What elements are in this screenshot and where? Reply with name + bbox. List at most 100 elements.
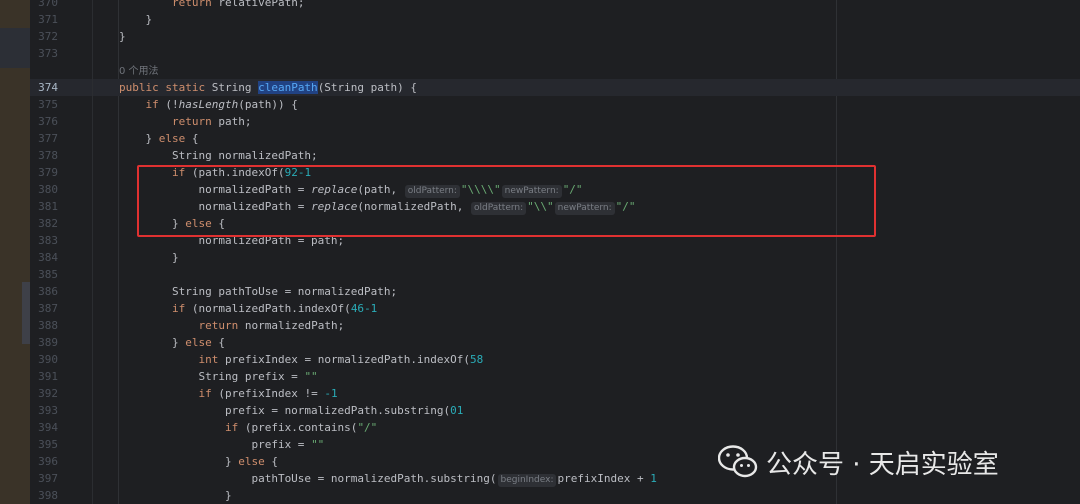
code-token: else	[238, 455, 265, 468]
line-number: 385	[38, 268, 58, 281]
code-token: normalizedPath;	[238, 319, 345, 332]
line-number: 390	[38, 353, 58, 366]
code-token: }	[119, 455, 239, 468]
code-token: prefix = normalizedPath.substring(	[119, 404, 451, 417]
line-number: 396	[38, 455, 58, 468]
code-text: String prefix = ""	[119, 368, 318, 385]
code-line[interactable]: 0 个用法	[30, 62, 1080, 79]
line-number: 372	[38, 30, 58, 43]
code-text: return relativePath;	[119, 0, 304, 11]
code-text: } else {	[119, 130, 199, 147]
code-token: -1	[324, 387, 338, 400]
watermark: 公众号 · 天启实验室	[718, 442, 999, 482]
code-line[interactable]: 372}	[30, 28, 1080, 45]
code-line[interactable]: 374 public static String cleanPath(String…	[30, 79, 1080, 96]
code-token: 0	[450, 404, 457, 417]
scroll-thumb[interactable]	[22, 282, 30, 344]
code-text: return path;	[119, 113, 252, 130]
code-text: prefix = normalizedPath.substring(01	[119, 402, 463, 419]
code-token: ""	[311, 438, 325, 451]
line-number: 370	[38, 0, 58, 9]
code-token: (prefix.contains(	[238, 421, 358, 434]
code-text: }	[119, 487, 232, 504]
code-line[interactable]: 390 int prefixIndex = normalizedPath.ind…	[30, 351, 1080, 368]
code-token: String prefix =	[119, 370, 305, 383]
parameter-hint: beginIndex:	[497, 474, 557, 487]
line-number: 375	[38, 98, 58, 111]
code-line[interactable]: 398 }	[30, 487, 1080, 504]
line-number: 382	[38, 217, 58, 230]
tool-strip-band	[0, 28, 30, 68]
line-number: 378	[38, 149, 58, 162]
code-text: }	[119, 28, 126, 45]
code-line[interactable]: 384 }	[30, 249, 1080, 266]
code-text: if (prefixIndex != -1	[119, 385, 338, 402]
code-token: 58	[470, 353, 484, 366]
code-line[interactable]: 394 if (prefix.contains("/"	[30, 419, 1080, 436]
code-token: if	[171, 302, 186, 315]
code-token: }	[119, 132, 159, 145]
code-editor[interactable]: 370 return relativePath; 371 } 372} 373 0 个用…	[30, 0, 1080, 504]
code-line[interactable]: 385	[30, 266, 1080, 283]
code-token: return	[198, 319, 239, 332]
line-number: 381	[38, 200, 58, 213]
code-line[interactable]: 377 } else {	[30, 130, 1080, 147]
code-token: String pathToUse = normalizedPath;	[119, 285, 398, 298]
code-text: } else {	[119, 453, 278, 470]
code-line[interactable]: 376 return path;	[30, 113, 1080, 130]
code-line[interactable]: 375 if (!hasLength(path)) {	[30, 96, 1080, 113]
code-token: }	[119, 489, 232, 502]
code-token: (!	[158, 98, 179, 111]
code-token: public static	[119, 81, 212, 94]
code-line[interactable]: 373	[30, 45, 1080, 62]
line-number: 383	[38, 234, 58, 247]
usage-hint[interactable]: 0 个用法	[119, 66, 159, 77]
line-number: 391	[38, 370, 58, 383]
line-number: 387	[38, 302, 58, 315]
left-tool-strip	[0, 0, 30, 504]
code-text: String normalizedPath;	[119, 147, 318, 164]
code-token: relativePath;	[211, 0, 305, 9]
wechat-icon	[718, 445, 758, 478]
code-text: if (prefix.contains("/"	[119, 419, 377, 436]
code-token: hasLength	[178, 98, 239, 111]
code-line[interactable]: 392 if (prefixIndex != -1	[30, 385, 1080, 402]
code-text: }	[119, 249, 179, 266]
code-line[interactable]: 371 }	[30, 11, 1080, 28]
code-line[interactable]: 386 String pathToUse = normalizedPath;	[30, 283, 1080, 300]
code-token: "/"	[357, 421, 378, 434]
code-line[interactable]: 388 return normalizedPath;	[30, 317, 1080, 334]
code-token: if	[198, 387, 212, 400]
code-token: return	[171, 0, 212, 9]
code-token: else	[158, 132, 186, 145]
code-token: (prefixIndex !=	[211, 387, 325, 400]
code-token: prefixIndex +	[557, 472, 651, 485]
code-line[interactable]: 389 } else {	[30, 334, 1080, 351]
code-token: if	[224, 421, 239, 434]
line-number: 373	[38, 47, 58, 60]
line-number: 377	[38, 132, 58, 145]
line-number: 376	[38, 115, 58, 128]
code-text: }	[119, 11, 152, 28]
code-line[interactable]: 387 if (normalizedPath.indexOf(46-1	[30, 300, 1080, 317]
code-token: (path)) {	[238, 98, 298, 111]
line-number: 398	[38, 489, 58, 502]
line-number: 388	[38, 319, 58, 332]
code-line[interactable]: 378 String normalizedPath;	[30, 147, 1080, 164]
code-line[interactable]: 393 prefix = normalizedPath.substring(01	[30, 402, 1080, 419]
watermark-text: 公众号 · 天启实验室	[766, 449, 999, 480]
code-text: return normalizedPath;	[119, 317, 344, 334]
code-token: return	[171, 115, 212, 128]
code-token: ""	[304, 370, 318, 383]
code-line[interactable]: 391 String prefix = ""	[30, 368, 1080, 385]
highlight-box	[137, 165, 876, 237]
code-token: -1	[364, 302, 378, 315]
code-token: {	[185, 132, 199, 145]
code-token: if	[145, 98, 159, 111]
code-token: pathToUse = normalizedPath.substring(	[119, 472, 497, 485]
code-line[interactable]: 370 return relativePath;	[30, 0, 1080, 11]
